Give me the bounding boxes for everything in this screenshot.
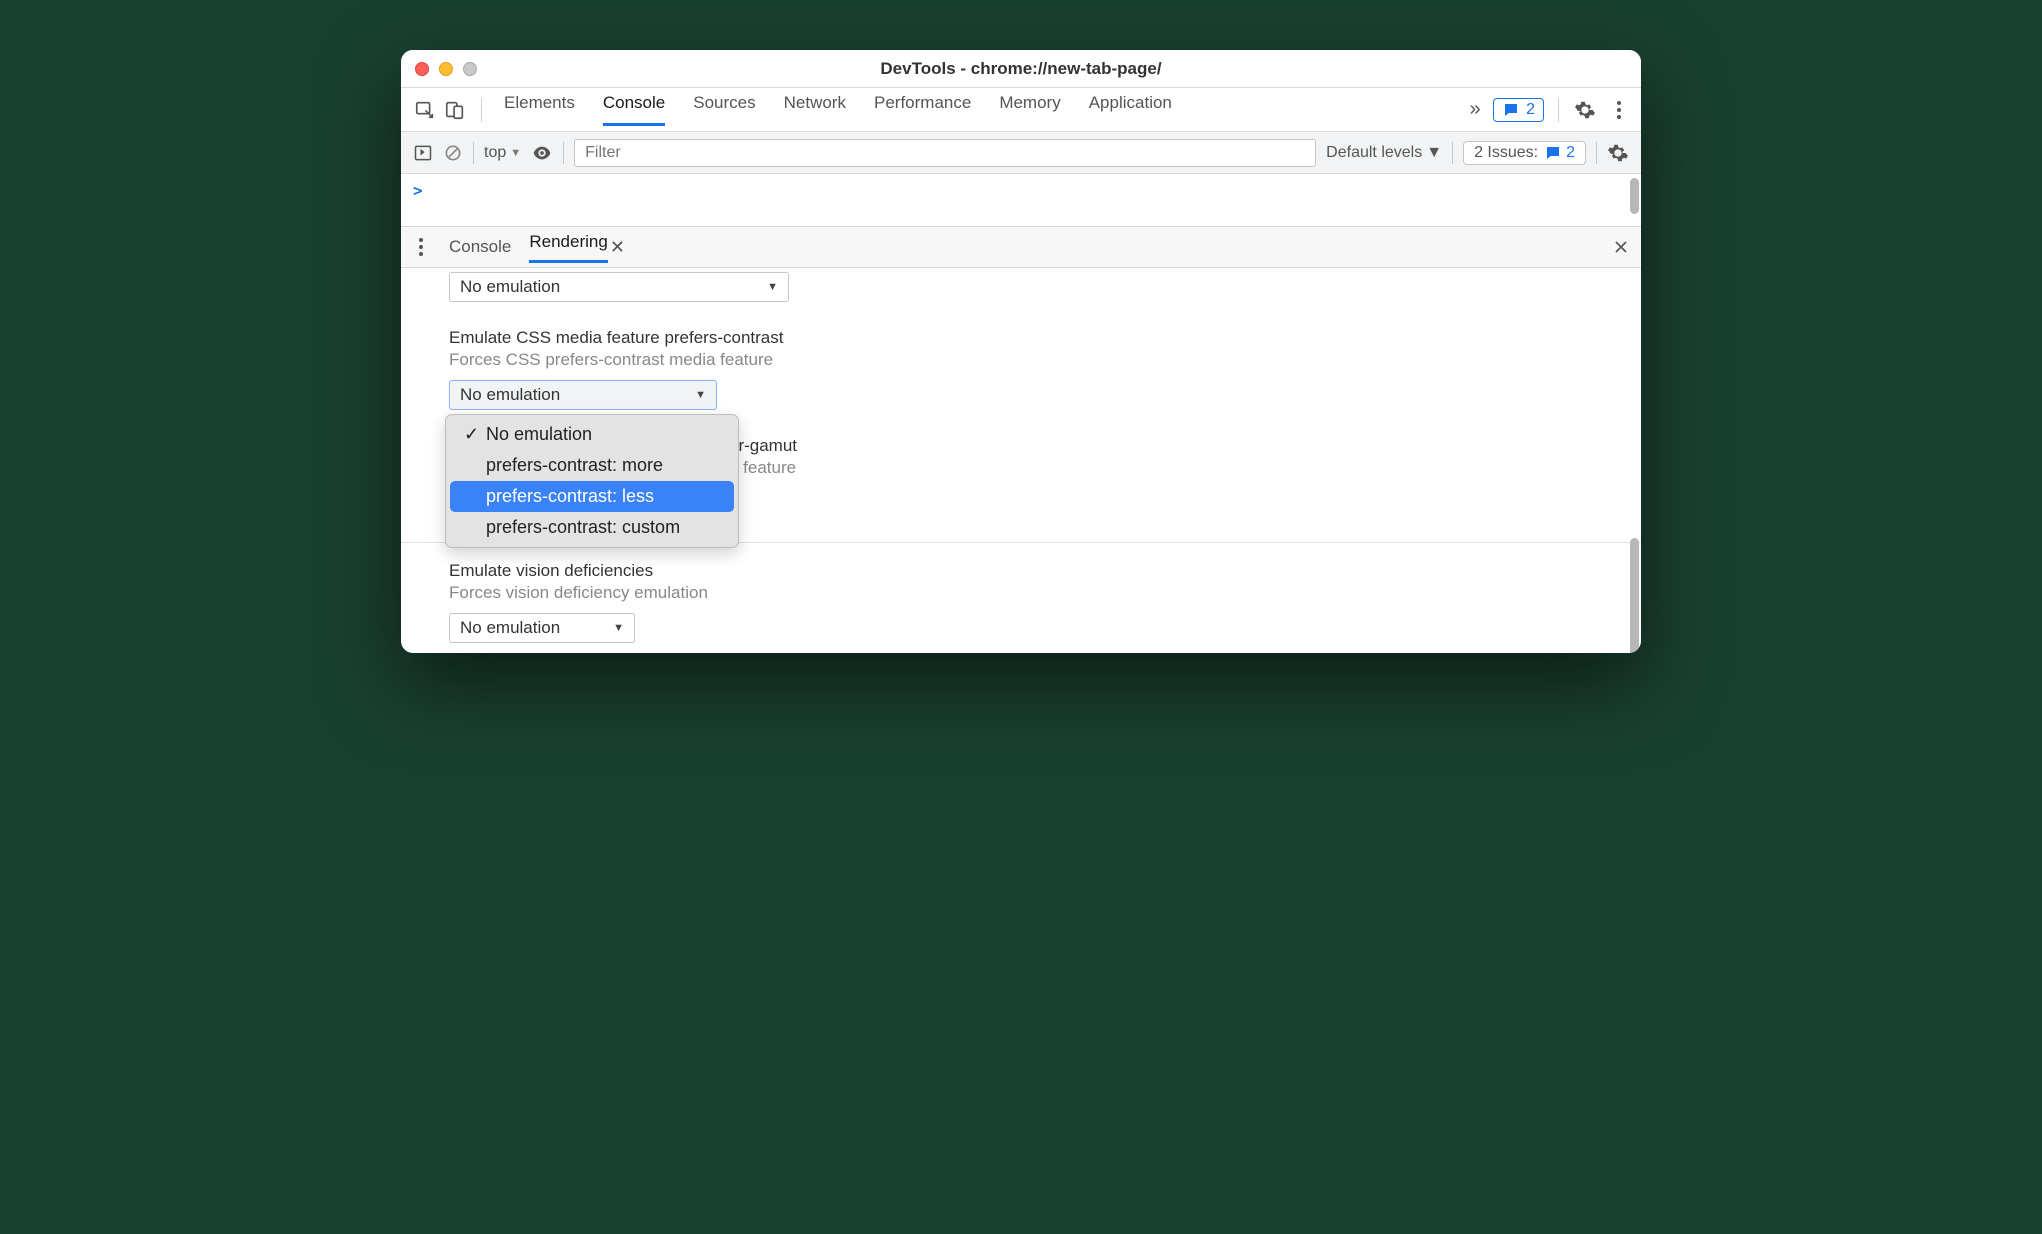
section-subtitle: Forces vision deficiency emulation bbox=[449, 583, 1593, 603]
caret-down-icon: ▼ bbox=[510, 147, 521, 159]
dropdown-option[interactable]: prefers-contrast: less bbox=[450, 481, 734, 512]
issues-label: 2 Issues: bbox=[1474, 144, 1538, 162]
select-value: No emulation bbox=[460, 618, 560, 638]
context-selector[interactable]: top ▼ bbox=[484, 144, 521, 162]
caret-down-icon: ▼ bbox=[613, 622, 624, 634]
tab-console[interactable]: Console bbox=[603, 93, 665, 126]
divider bbox=[1596, 142, 1597, 164]
dropdown-option[interactable]: prefers-contrast: more bbox=[450, 450, 734, 481]
context-label: top bbox=[484, 144, 506, 162]
issues-chip[interactable]: 2 Issues: 2 bbox=[1463, 141, 1586, 165]
scrollbar-thumb[interactable] bbox=[1630, 538, 1639, 653]
divider bbox=[1452, 142, 1453, 164]
select-value: No emulation bbox=[460, 385, 560, 405]
more-tabs-icon[interactable]: » bbox=[1463, 98, 1487, 122]
inspect-icon[interactable] bbox=[413, 98, 437, 122]
section-title: Emulate vision deficiencies bbox=[449, 561, 1593, 581]
issues-count: 2 bbox=[1566, 144, 1575, 162]
tab-performance[interactable]: Performance bbox=[874, 93, 971, 126]
section-subtitle-fragment: a feature bbox=[729, 458, 1593, 478]
tab-network[interactable]: Network bbox=[784, 93, 846, 126]
divider bbox=[473, 142, 474, 164]
console-settings-icon[interactable] bbox=[1607, 142, 1629, 164]
drawer-tab-rendering[interactable]: Rendering bbox=[529, 232, 607, 263]
console-toolbar: top ▼ Default levels ▼ 2 Issues: 2 bbox=[401, 132, 1641, 174]
scrollbar-thumb[interactable] bbox=[1630, 178, 1639, 214]
window-controls bbox=[415, 62, 477, 76]
drawer-tab-console[interactable]: Console bbox=[449, 237, 511, 257]
show-sidebar-icon[interactable] bbox=[413, 143, 433, 163]
filter-input[interactable] bbox=[574, 139, 1316, 167]
messages-badge[interactable]: 2 bbox=[1493, 98, 1544, 122]
console-prompt-icon: > bbox=[413, 181, 423, 200]
titlebar: DevTools - chrome://new-tab-page/ bbox=[401, 50, 1641, 88]
checkmark-icon: ✓ bbox=[464, 424, 478, 445]
section-vision-deficiencies: Emulate vision deficiencies Forces visio… bbox=[449, 561, 1593, 643]
close-drawer-icon[interactable] bbox=[1611, 237, 1631, 257]
drawer-header: Console Rendering ✕ bbox=[401, 226, 1641, 268]
console-body[interactable]: > bbox=[401, 174, 1641, 226]
window-title: DevTools - chrome://new-tab-page/ bbox=[401, 59, 1641, 79]
device-toggle-icon[interactable] bbox=[443, 98, 467, 122]
drawer-menu-icon[interactable] bbox=[411, 238, 431, 256]
log-levels-selector[interactable]: Default levels ▼ bbox=[1326, 144, 1442, 162]
option-label: No emulation bbox=[486, 424, 592, 445]
tab-sources[interactable]: Sources bbox=[693, 93, 755, 126]
section-title: Emulate CSS media feature prefers-contra… bbox=[449, 328, 1593, 348]
close-tab-icon[interactable]: ✕ bbox=[610, 237, 625, 258]
rendering-panel: No emulation ▼ Emulate CSS media feature… bbox=[401, 268, 1641, 653]
option-label: prefers-contrast: more bbox=[486, 455, 663, 476]
divider bbox=[1558, 98, 1559, 122]
select-value: No emulation bbox=[460, 277, 560, 297]
divider bbox=[481, 98, 482, 122]
dropdown-option[interactable]: ✓ No emulation bbox=[450, 419, 734, 450]
levels-label: Default levels bbox=[1326, 144, 1422, 162]
tab-elements[interactable]: Elements bbox=[504, 93, 575, 126]
main-tabs: Elements Console Sources Network Perform… bbox=[504, 93, 1172, 126]
more-menu-icon[interactable] bbox=[1609, 101, 1629, 119]
select-prefers-contrast[interactable]: No emulation ▼ bbox=[449, 380, 717, 410]
settings-icon[interactable] bbox=[1573, 98, 1597, 122]
caret-down-icon: ▼ bbox=[1426, 144, 1442, 162]
zoom-window-button[interactable] bbox=[463, 62, 477, 76]
tab-memory[interactable]: Memory bbox=[999, 93, 1060, 126]
close-window-button[interactable] bbox=[415, 62, 429, 76]
dropdown-prefers-contrast: ✓ No emulation prefers-contrast: more pr… bbox=[445, 414, 739, 548]
main-toolbar: Elements Console Sources Network Perform… bbox=[401, 88, 1641, 132]
select-generic[interactable]: No emulation ▼ bbox=[449, 272, 789, 302]
section-prefers-contrast: Emulate CSS media feature prefers-contra… bbox=[449, 328, 1593, 528]
live-expression-icon[interactable] bbox=[531, 142, 553, 164]
tab-application[interactable]: Application bbox=[1089, 93, 1172, 126]
clear-console-icon[interactable] bbox=[443, 143, 463, 163]
minimize-window-button[interactable] bbox=[439, 62, 453, 76]
devtools-window: DevTools - chrome://new-tab-page/ Elemen… bbox=[401, 50, 1641, 653]
divider bbox=[563, 142, 564, 164]
section-subtitle: Forces CSS prefers-contrast media featur… bbox=[449, 350, 1593, 370]
caret-down-icon: ▼ bbox=[695, 389, 706, 401]
option-label: prefers-contrast: less bbox=[486, 486, 654, 507]
section-title-fragment: or-gamut bbox=[729, 436, 1593, 456]
option-label: prefers-contrast: custom bbox=[486, 517, 680, 538]
messages-count: 2 bbox=[1526, 101, 1535, 119]
caret-down-icon: ▼ bbox=[767, 281, 778, 293]
select-vision-deficiency[interactable]: No emulation ▼ bbox=[449, 613, 635, 643]
dropdown-option[interactable]: prefers-contrast: custom bbox=[450, 512, 734, 543]
